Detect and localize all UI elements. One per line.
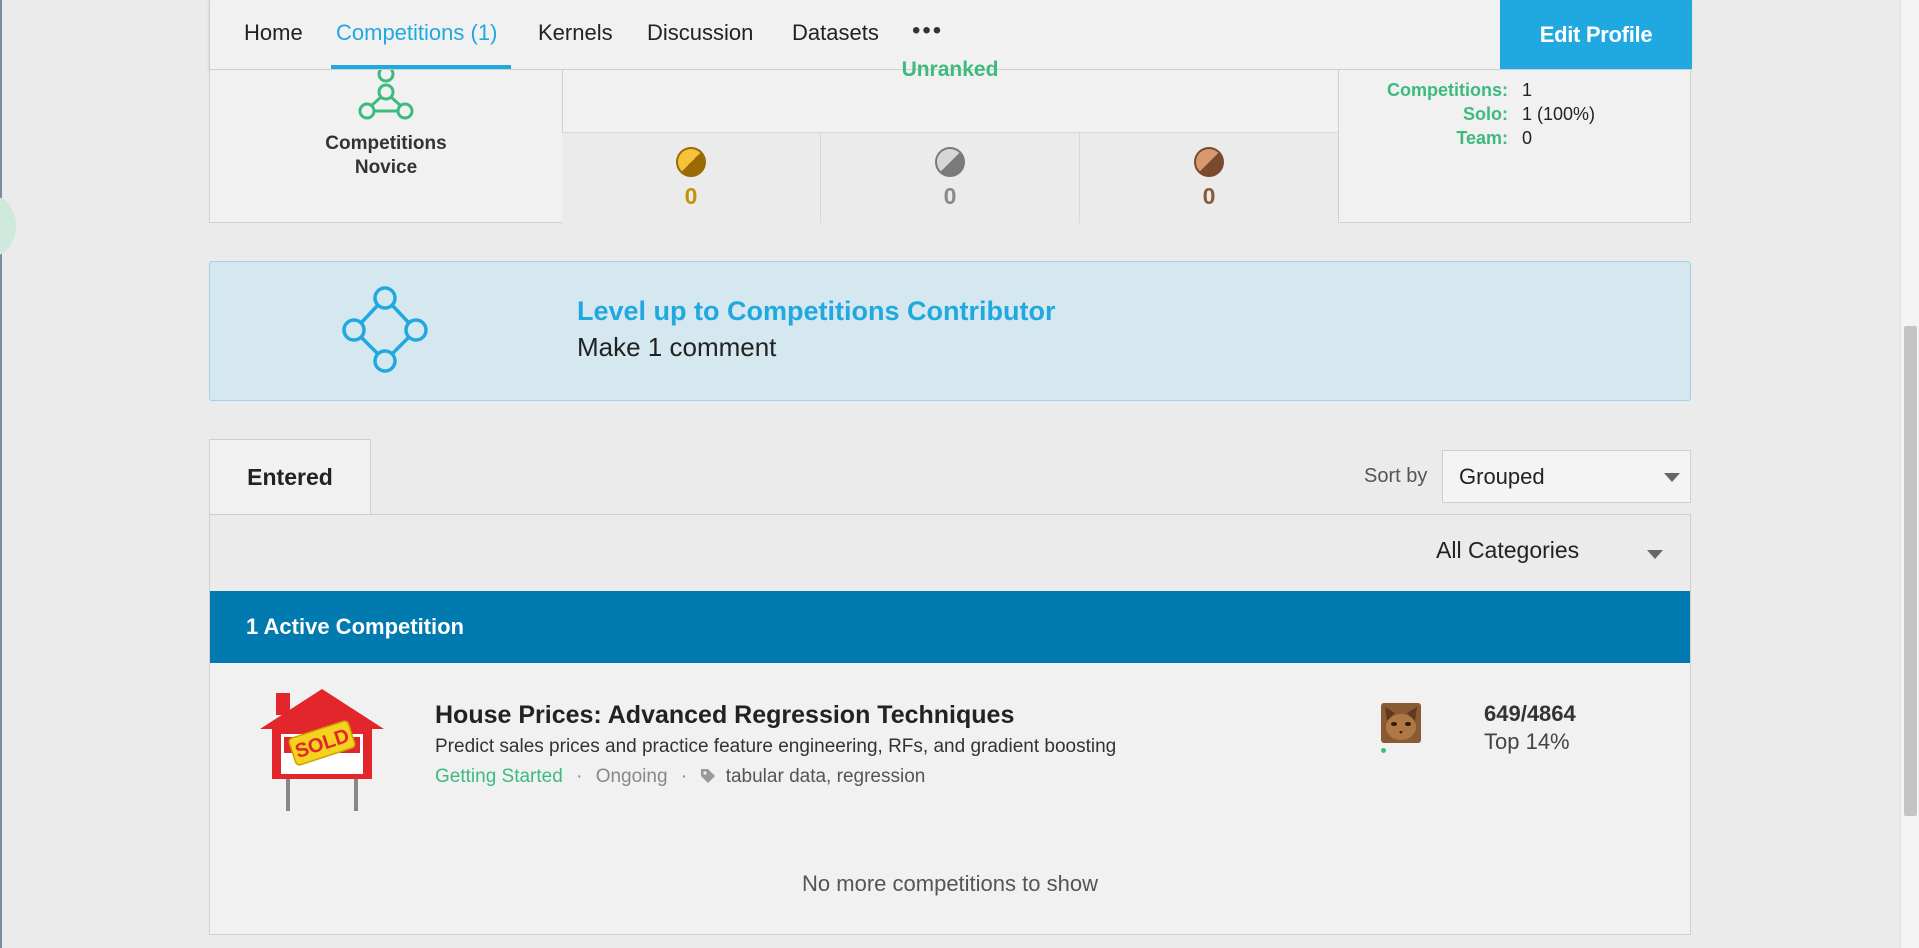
sort-by-label: Sort by bbox=[1364, 465, 1428, 487]
summary-team-label: Team: bbox=[1456, 128, 1508, 148]
level-up-requirement: Make 1 comment bbox=[577, 332, 777, 362]
competition-title[interactable]: House Prices: Advanced Regression Techni… bbox=[435, 701, 1014, 730]
ranking-status: Unranked bbox=[901, 58, 999, 80]
chevron-down-icon bbox=[1664, 473, 1680, 482]
edit-profile-button[interactable]: Edit Profile bbox=[1500, 0, 1692, 69]
contributor-tier-icon bbox=[342, 286, 428, 373]
more-menu-icon[interactable]: ••• bbox=[912, 17, 943, 45]
scrollbar-thumb[interactable] bbox=[1904, 326, 1917, 816]
tab-kernels[interactable]: Kernels bbox=[538, 20, 613, 46]
window-left-edge bbox=[0, 0, 2, 948]
competition-tags[interactable]: tabular data, regression bbox=[726, 766, 926, 787]
active-competitions-header: 1 Active Competition bbox=[210, 591, 1690, 663]
bronze-medal-icon bbox=[1194, 147, 1224, 177]
competition-meta: Getting Started · Ongoing · tabular data… bbox=[435, 766, 925, 788]
background-decoration bbox=[0, 196, 16, 256]
category-select-value: All Categories bbox=[1436, 537, 1580, 563]
meta-separator: · bbox=[680, 766, 688, 787]
summary-team-value: 0 bbox=[1522, 128, 1533, 148]
level-up-banner: Level up to Competitions Contributor Mak… bbox=[209, 261, 1691, 401]
gold-medal-cell: 0 bbox=[562, 133, 821, 223]
level-up-title[interactable]: Level up to Competitions Contributor bbox=[577, 296, 1055, 327]
user-avatar[interactable] bbox=[1381, 703, 1421, 743]
tab-discussion[interactable]: Discussion bbox=[647, 20, 753, 46]
sort-select[interactable]: Grouped bbox=[1442, 450, 1691, 503]
competition-list-item[interactable]: SOLD House Prices: Advanced Regression T… bbox=[210, 663, 1690, 813]
gold-medal-count: 0 bbox=[684, 183, 698, 209]
ranking-column: Unranked 0 0 0 bbox=[562, 58, 1338, 223]
tab-home[interactable]: Home bbox=[244, 20, 303, 46]
silver-medal-icon bbox=[935, 147, 965, 177]
tier-label-line1: Competitions bbox=[325, 133, 447, 154]
silver-medal-cell: 0 bbox=[821, 133, 1080, 223]
competition-thumbnail: SOLD bbox=[260, 689, 384, 811]
summary-competitions-label: Competitions: bbox=[1387, 80, 1508, 100]
filter-bar: All Categories bbox=[210, 515, 1690, 592]
no-more-competitions-message: No more competitions to show bbox=[802, 871, 1098, 896]
tag-icon bbox=[701, 769, 716, 783]
competition-percentile: Top 14% bbox=[1484, 729, 1570, 754]
tier-label-line2: Novice bbox=[354, 157, 418, 178]
summary-competitions-value: 1 bbox=[1522, 80, 1533, 100]
gold-medal-icon bbox=[676, 147, 706, 177]
tab-competitions[interactable]: Competitions (1) bbox=[336, 20, 497, 46]
competition-rank: 649/4864 bbox=[1484, 701, 1576, 726]
summary-solo-value: 1 (100%) bbox=[1522, 104, 1596, 124]
tier-label: Competitions Novice bbox=[210, 132, 562, 180]
tab-datasets[interactable]: Datasets bbox=[792, 20, 879, 46]
chevron-down-icon bbox=[1647, 550, 1663, 559]
sort-select-value: Grouped bbox=[1459, 464, 1545, 489]
online-status-dot bbox=[1381, 748, 1386, 753]
silver-medal-count: 0 bbox=[943, 183, 957, 209]
competitions-stats-card: Competitions Novice Unranked 0 0 0 Compe… bbox=[209, 58, 1693, 223]
competition-description: Predict sales prices and practice featur… bbox=[435, 736, 1117, 757]
medals-row: 0 0 0 bbox=[562, 132, 1338, 223]
cat-avatar-icon bbox=[1381, 703, 1421, 743]
summary-column: Competitions: 1 Solo: 1 (100%) Team: 0 bbox=[1338, 70, 1693, 222]
competition-category[interactable]: Getting Started bbox=[435, 766, 563, 787]
bronze-medal-cell: 0 bbox=[1080, 133, 1338, 223]
bronze-medal-count: 0 bbox=[1202, 183, 1216, 209]
novice-tier-icon bbox=[358, 70, 414, 120]
tier-column: Competitions Novice bbox=[210, 70, 563, 222]
competition-status: Ongoing bbox=[595, 766, 668, 787]
category-select[interactable]: All Categories bbox=[1436, 537, 1666, 571]
meta-separator: · bbox=[576, 766, 583, 787]
competitions-list-panel: All Categories 1 Active Competition SOLD… bbox=[209, 514, 1691, 935]
summary-solo-label: Solo: bbox=[1463, 104, 1508, 124]
page-scrollbar[interactable] bbox=[1900, 0, 1919, 948]
tab-entered[interactable]: Entered bbox=[209, 439, 371, 514]
active-tab-indicator bbox=[331, 65, 511, 69]
